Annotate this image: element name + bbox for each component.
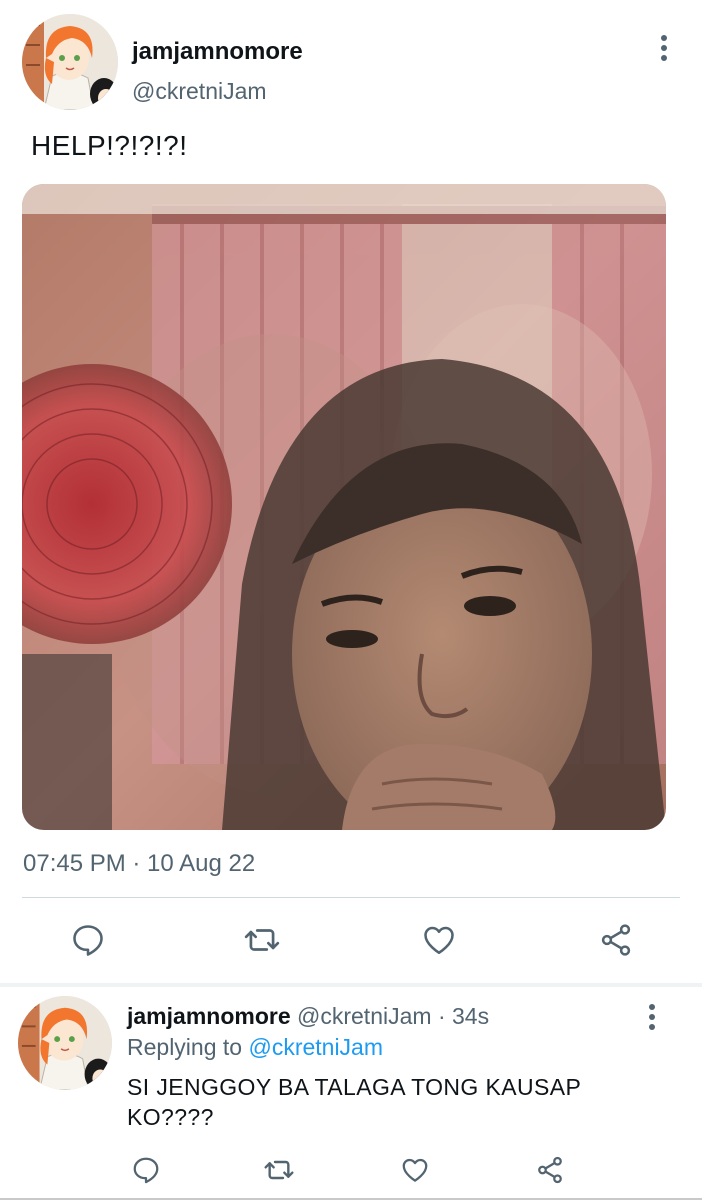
replying-to-label: Replying to	[127, 1034, 243, 1060]
share-icon	[598, 922, 634, 958]
reply-icon	[131, 1155, 161, 1185]
more-vertical-icon	[640, 1002, 664, 1032]
divider	[22, 897, 680, 898]
reply-more-options-button[interactable]	[640, 1002, 664, 1032]
like-button[interactable]	[417, 918, 461, 962]
display-name[interactable]: jamjamnomore	[132, 38, 303, 66]
more-vertical-icon	[652, 32, 676, 64]
section-separator	[0, 983, 702, 987]
reply-share-button[interactable]	[528, 1148, 572, 1192]
tweet-actions	[0, 918, 702, 968]
reply-avatar[interactable]	[18, 996, 112, 1090]
reply-icon	[70, 922, 106, 958]
reply-separator: ·	[437, 1003, 446, 1029]
reply-like-button[interactable]	[393, 1148, 437, 1192]
more-options-button[interactable]	[652, 32, 676, 64]
share-button[interactable]	[594, 918, 638, 962]
reply-user-handle[interactable]: @ckretniJam	[297, 1003, 432, 1029]
user-handle[interactable]: @ckretniJam	[132, 78, 267, 105]
reply-header: jamjamnomore @ckretniJam · 34s	[127, 1003, 489, 1030]
share-icon	[535, 1155, 565, 1185]
reply-text: SI JENGGOY BA TALAGA TONG KAUSAP KO????	[127, 1074, 581, 1130]
retweet-button[interactable]	[240, 918, 284, 962]
tweet-header: jamjamnomore @ckretniJam	[22, 14, 682, 110]
replying-to-link[interactable]: @ckretniJam	[248, 1034, 383, 1060]
reply-button[interactable]	[66, 918, 110, 962]
tweet-timestamp[interactable]: 07:45 PM · 10 Aug 22	[23, 850, 255, 878]
retweet-icon	[243, 921, 281, 959]
like-icon	[400, 1155, 430, 1185]
like-icon	[421, 922, 457, 958]
tweet-photo[interactable]	[22, 184, 666, 830]
retweet-icon	[263, 1154, 295, 1186]
reply-actions	[0, 1148, 702, 1192]
reply-reply-button[interactable]	[124, 1148, 168, 1192]
reply-display-name[interactable]: jamjamnomore	[127, 1003, 291, 1029]
reply-time[interactable]: 34s	[452, 1003, 489, 1029]
avatar[interactable]	[22, 14, 118, 110]
reply-retweet-button[interactable]	[257, 1148, 301, 1192]
tweet-text: HELP!?!?!?!	[31, 130, 188, 161]
replying-to: Replying to @ckretniJam	[127, 1034, 383, 1061]
